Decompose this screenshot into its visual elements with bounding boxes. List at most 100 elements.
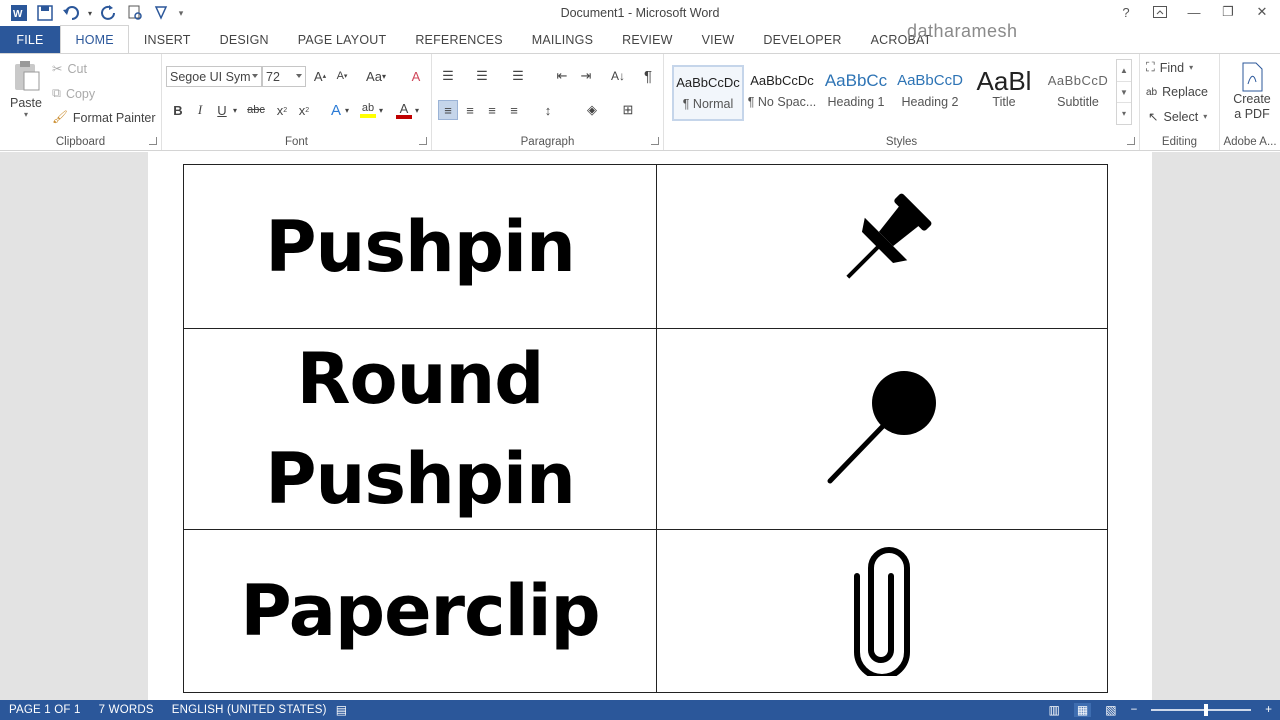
- text-effects-dropdown-icon[interactable]: ▾: [342, 100, 352, 120]
- borders-icon[interactable]: ⊞: [618, 100, 638, 120]
- style-no-spacing[interactable]: AaBbCcDc ¶ No Spac...: [746, 65, 818, 121]
- italic-icon[interactable]: I: [190, 100, 210, 120]
- line-spacing-icon[interactable]: ↕: [538, 100, 558, 120]
- numbering-icon[interactable]: ☰: [472, 66, 492, 86]
- decrease-indent-icon[interactable]: ⇤: [552, 66, 572, 86]
- zoom-in-button[interactable]: +: [1265, 704, 1272, 716]
- ribbon-display-button[interactable]: [1148, 2, 1172, 22]
- print-layout-icon[interactable]: ▦: [1073, 703, 1092, 717]
- font-launcher-icon[interactable]: [419, 137, 427, 145]
- table-cell-text: Round: [296, 338, 545, 420]
- paste-dropdown-icon: ▾: [23, 110, 28, 119]
- help-button[interactable]: ?: [1114, 2, 1138, 22]
- font-color-dropdown-icon[interactable]: ▾: [412, 100, 422, 120]
- styles-launcher-icon[interactable]: [1127, 137, 1135, 145]
- bullets-icon[interactable]: ☰: [438, 66, 458, 86]
- font-color-icon[interactable]: A: [394, 100, 414, 120]
- chevron-down-icon[interactable]: ▼: [1117, 81, 1131, 102]
- paste-button[interactable]: Paste ▾: [6, 60, 46, 130]
- grow-font-icon[interactable]: A ▴: [310, 66, 330, 86]
- align-center-icon[interactable]: ≡: [460, 100, 480, 120]
- tab-design[interactable]: DESIGN: [205, 26, 283, 53]
- table-cell-label[interactable]: Paperclip: [183, 529, 657, 693]
- cut-button[interactable]: ✂ Cut: [52, 61, 87, 77]
- style-heading-2[interactable]: AaBbCcD Heading 2: [894, 65, 966, 121]
- table-cell-label[interactable]: Round Pushpin: [183, 328, 657, 530]
- align-right-icon[interactable]: ≡: [482, 100, 502, 120]
- table-cell-icon[interactable]: [656, 529, 1108, 693]
- highlight-swatch: [360, 114, 376, 118]
- scissors-icon: ✂: [52, 62, 63, 76]
- show-formatting-icon[interactable]: ¶: [638, 66, 658, 86]
- highlight-icon[interactable]: ab: [358, 100, 378, 120]
- align-left-icon[interactable]: ≡: [438, 100, 458, 120]
- tab-home[interactable]: HOME: [60, 25, 130, 53]
- shrink-font-icon[interactable]: A ▾: [332, 66, 352, 86]
- replace-button[interactable]: ab Replace: [1146, 85, 1208, 99]
- font-size-combo[interactable]: 72: [262, 66, 306, 87]
- clipboard-launcher-icon[interactable]: [149, 137, 157, 145]
- style-subtitle[interactable]: AaBbCcD Subtitle: [1042, 65, 1114, 121]
- styles-group: AaBbCcDc ¶ Normal AaBbCcDc ¶ No Spac... …: [664, 54, 1140, 150]
- table-cell-icon[interactable]: [656, 328, 1108, 530]
- zoom-out-button[interactable]: −: [1131, 704, 1138, 716]
- tab-insert[interactable]: INSERT: [129, 26, 205, 53]
- tab-review[interactable]: REVIEW: [608, 26, 688, 53]
- table-cell-text: Pushpin: [265, 205, 576, 288]
- increase-indent-icon[interactable]: ⇥: [576, 66, 596, 86]
- close-button[interactable]: ✕: [1250, 2, 1274, 22]
- gallery-more-icon[interactable]: ▾: [1117, 102, 1131, 124]
- find-button[interactable]: ⛶ Find ▾: [1146, 60, 1193, 75]
- font-family-combo[interactable]: Segoe UI Symt: [166, 66, 262, 87]
- table-cell-text: Pushpin: [265, 438, 576, 520]
- page-count[interactable]: PAGE 1 OF 1: [0, 704, 90, 716]
- sort-icon[interactable]: A↓: [608, 66, 628, 86]
- editing-group: ⛶ Find ▾ ab Replace ↖ Select ▾ Editing: [1140, 54, 1220, 150]
- styles-gallery-scroll[interactable]: ▲ ▼ ▾: [1116, 59, 1132, 125]
- zoom-slider-thumb[interactable]: [1204, 704, 1209, 716]
- tab-file[interactable]: FILE: [0, 26, 60, 53]
- tab-references[interactable]: REFERENCES: [401, 26, 517, 53]
- zoom-slider[interactable]: [1151, 704, 1252, 716]
- style-heading-1[interactable]: AaBbCc Heading 1: [820, 65, 892, 121]
- strikethrough-icon[interactable]: abc: [246, 100, 266, 120]
- paragraph-launcher-icon[interactable]: [651, 137, 659, 145]
- tab-view[interactable]: VIEW: [687, 26, 749, 53]
- justify-icon[interactable]: ≡: [504, 100, 524, 120]
- style-normal[interactable]: AaBbCcDc ¶ Normal: [672, 65, 744, 121]
- shading-icon[interactable]: ◈: [582, 100, 602, 120]
- tab-page-layout[interactable]: PAGE LAYOUT: [283, 26, 401, 53]
- copy-button[interactable]: ⧉ Copy: [52, 86, 95, 101]
- underline-icon[interactable]: U: [212, 100, 232, 120]
- web-layout-icon[interactable]: ▧: [1105, 703, 1116, 717]
- tab-mailings[interactable]: MAILINGS: [517, 26, 607, 53]
- superscript-icon[interactable]: x2: [294, 100, 314, 120]
- read-mode-icon[interactable]: ▥: [1049, 703, 1060, 717]
- paste-icon: [11, 60, 41, 92]
- bold-icon[interactable]: B: [168, 100, 188, 120]
- highlight-dropdown-icon[interactable]: ▾: [376, 100, 386, 120]
- table-cell-label[interactable]: Pushpin: [183, 164, 657, 329]
- status-bar: PAGE 1 OF 1 7 WORDS ENGLISH (UNITED STAT…: [0, 700, 1280, 720]
- restore-button[interactable]: ❐: [1216, 2, 1240, 22]
- select-button[interactable]: ↖ Select ▾: [1148, 109, 1207, 125]
- word-count[interactable]: 7 WORDS: [90, 704, 163, 716]
- title-bar: W ▾ ▾ Document1 - Microsoft Word ? — ❐ ✕: [0, 0, 1280, 26]
- tab-developer[interactable]: DEVELOPER: [749, 26, 856, 53]
- cursor-icon: ↖: [1148, 110, 1159, 124]
- minimize-button[interactable]: —: [1182, 2, 1206, 22]
- language-indicator[interactable]: ENGLISH (UNITED STATES): [163, 704, 336, 716]
- proofing-icon[interactable]: ▤: [336, 703, 347, 717]
- chevron-up-icon[interactable]: ▲: [1117, 60, 1131, 81]
- document-table[interactable]: Pushpin Round Pushpin Paperclip: [183, 164, 1108, 693]
- underline-dropdown-icon[interactable]: ▾: [230, 100, 240, 120]
- subscript-icon[interactable]: x2: [272, 100, 292, 120]
- create-pdf-button[interactable]: Create a PDF: [1224, 62, 1280, 122]
- multilevel-list-icon[interactable]: ☰: [508, 66, 528, 86]
- style-title[interactable]: AaBl Title: [968, 65, 1040, 121]
- clear-formatting-icon[interactable]: A: [406, 66, 426, 86]
- table-cell-icon[interactable]: [656, 164, 1108, 329]
- format-painter-button[interactable]: 🖌 Format Painter: [52, 110, 156, 125]
- change-case-icon[interactable]: Aa ▾: [362, 66, 390, 86]
- cut-label: Cut: [67, 61, 87, 76]
